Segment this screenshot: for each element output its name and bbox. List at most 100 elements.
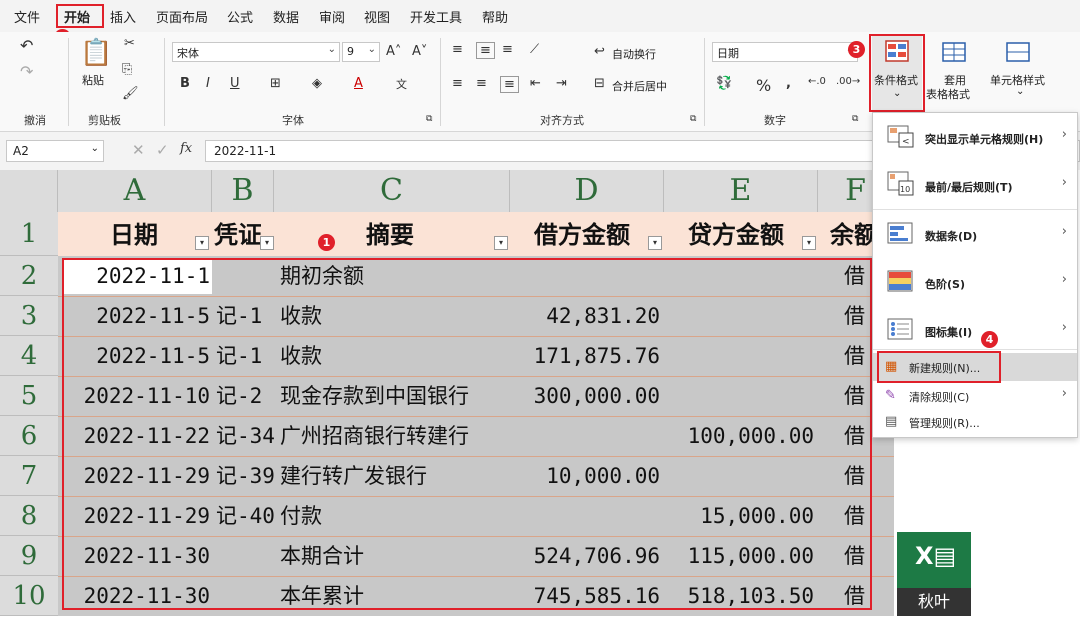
color-scales-icon <box>887 270 913 292</box>
row-header-10[interactable]: 10 <box>0 576 58 616</box>
row-header-8[interactable]: 8 <box>0 496 58 536</box>
dialog-launcher-icon[interactable]: ⧉ <box>852 114 858 124</box>
accounting-format-icon[interactable]: 💱 <box>716 76 732 91</box>
separator <box>440 38 441 126</box>
header-cell-summary[interactable]: 摘要 <box>366 214 414 256</box>
row-header-2[interactable]: 2 <box>0 256 58 296</box>
column-header-c[interactable]: C <box>274 170 510 212</box>
comma-style-icon[interactable]: , <box>786 76 791 91</box>
filter-dropdown-icon[interactable]: ▾ <box>494 236 508 250</box>
format-painter-icon[interactable]: 🖌 <box>122 86 139 101</box>
phonetic-icon[interactable]: 文 <box>396 76 407 92</box>
menu-file[interactable]: 文件 <box>14 7 40 26</box>
dialog-launcher-icon[interactable]: ⧉ <box>426 114 432 124</box>
enter-icon[interactable]: ✓ <box>156 141 169 159</box>
orientation-icon[interactable]: ⟋ <box>530 42 539 57</box>
header-cell-credit[interactable]: 贷方金额 <box>688 214 784 256</box>
paste-button[interactable]: 粘贴 <box>82 72 104 88</box>
menu-item-highlight-rules[interactable]: < 突出显示单元格规则(H) › <box>873 113 1077 161</box>
menu-formulas[interactable]: 公式 <box>227 7 253 26</box>
table-format-icon[interactable] <box>942 42 968 64</box>
fill-color-icon[interactable]: ◈ <box>312 76 322 91</box>
step-badge-1: 1 <box>318 234 335 251</box>
border-icon[interactable]: ⊞ <box>270 76 281 91</box>
number-format-select[interactable]: 日期⌄ <box>712 42 858 62</box>
row-header-7[interactable]: 7 <box>0 456 58 496</box>
number-format-value: 日期 <box>717 47 739 60</box>
decrease-indent-icon[interactable]: ⇤ <box>530 76 541 91</box>
font-color-icon[interactable]: A <box>354 76 363 91</box>
column-header-d[interactable]: D <box>510 170 664 212</box>
cell-style-icon[interactable] <box>1006 42 1032 64</box>
column-header-a[interactable]: A <box>58 170 212 212</box>
percent-button[interactable]: % <box>756 76 771 95</box>
menu-label: 最前/最后规则(T) <box>925 181 1013 194</box>
increase-indent-icon[interactable]: ⇥ <box>556 76 567 91</box>
alignment-group-label: 对齐方式 <box>540 114 584 127</box>
menu-help[interactable]: 帮助 <box>482 7 508 26</box>
chevron-down-icon: ⌄ <box>1016 86 1025 97</box>
row-header-3[interactable]: 3 <box>0 296 58 336</box>
row-header-9[interactable]: 9 <box>0 536 58 576</box>
filter-dropdown-icon[interactable]: ▾ <box>260 236 274 250</box>
table-format-label-2[interactable]: 表格格式 <box>926 86 970 102</box>
align-middle-icon[interactable]: ≡ <box>476 42 495 59</box>
filter-dropdown-icon[interactable]: ▾ <box>648 236 662 250</box>
align-center-icon[interactable]: ≡ <box>476 76 487 91</box>
header-cell-balance[interactable]: 余额 <box>830 214 874 256</box>
step-badge-3: 3 <box>848 41 865 58</box>
redo-icon[interactable]: ↷ <box>20 62 33 81</box>
dialog-launcher-icon[interactable]: ⧉ <box>690 114 696 124</box>
menu-item-data-bars[interactable]: 数据条(D) › <box>873 210 1077 258</box>
menu-page-layout[interactable]: 页面布局 <box>156 7 208 26</box>
decrease-decimal-icon[interactable]: .00→ <box>836 76 860 87</box>
increase-decimal-icon[interactable]: ←.0 <box>808 76 826 87</box>
copy-icon[interactable]: ⎘ <box>122 62 132 77</box>
data-bars-icon <box>887 222 913 244</box>
filter-dropdown-icon[interactable]: ▾ <box>195 236 209 250</box>
qiuye-logo: X▤ 秋叶 <box>897 532 971 616</box>
align-right-icon[interactable]: ≡ <box>500 76 519 93</box>
cut-icon[interactable]: ✂ <box>124 36 135 51</box>
merge-center-icon[interactable]: ⊟ <box>594 76 605 91</box>
menu-item-top-bottom-rules[interactable]: 10 最前/最后规则(T) › <box>873 161 1077 209</box>
menu-item-manage-rules[interactable]: ▤ 管理规则(R)... <box>873 409 1077 435</box>
name-box[interactable]: A2 ⌄ <box>6 140 104 162</box>
font-name-select[interactable]: 宋体 ⌄ <box>172 42 340 62</box>
header-cell-date[interactable]: 日期 <box>110 214 158 256</box>
row-header-6[interactable]: 6 <box>0 416 58 456</box>
font-size-select[interactable]: 9 ⌄ <box>342 42 380 62</box>
filter-dropdown-icon[interactable]: ▾ <box>802 236 816 250</box>
row-header-5[interactable]: 5 <box>0 376 58 416</box>
paste-icon[interactable]: 📋 <box>80 38 112 68</box>
wrap-text-button[interactable]: 自动换行 <box>612 46 656 62</box>
menu-insert[interactable]: 插入 <box>110 7 136 26</box>
align-top-icon[interactable]: ≡ <box>452 42 463 57</box>
row-header-4[interactable]: 4 <box>0 336 58 376</box>
menu-data[interactable]: 数据 <box>273 7 299 26</box>
italic-button[interactable]: I <box>206 76 210 91</box>
align-bottom-icon[interactable]: ≡ <box>502 42 513 57</box>
column-header-e[interactable]: E <box>664 170 818 212</box>
menu-item-clear-rules[interactable]: ✎ 清除规则(C) › <box>873 383 1077 409</box>
align-left-icon[interactable]: ≡ <box>452 76 463 91</box>
insert-function-button[interactable]: fx <box>180 141 192 156</box>
menu-review[interactable]: 审阅 <box>319 7 345 26</box>
chevron-right-icon: › <box>1061 224 1067 239</box>
menu-item-color-scales[interactable]: 色阶(S) › <box>873 258 1077 306</box>
menu-item-icon-sets[interactable]: 图标集(I) › <box>873 306 1077 354</box>
cancel-icon[interactable]: ✕ <box>132 141 145 159</box>
undo-icon[interactable]: ↶ <box>20 36 33 55</box>
merge-center-button[interactable]: 合并后居中 <box>612 78 667 94</box>
menu-view[interactable]: 视图 <box>364 7 390 26</box>
grow-font-icon[interactable]: A˄ <box>386 44 401 59</box>
column-header-b[interactable]: B <box>212 170 274 212</box>
underline-button[interactable]: U <box>230 76 240 91</box>
row-header-1[interactable]: 1 <box>0 212 58 256</box>
menu-developer[interactable]: 开发工具 <box>410 7 462 26</box>
select-all-corner[interactable] <box>0 170 58 212</box>
bold-button[interactable]: B <box>180 76 190 91</box>
header-cell-debit[interactable]: 借方金额 <box>534 214 630 256</box>
shrink-font-icon[interactable]: A˅ <box>412 44 427 59</box>
wrap-text-icon[interactable]: ↩ <box>594 44 605 59</box>
